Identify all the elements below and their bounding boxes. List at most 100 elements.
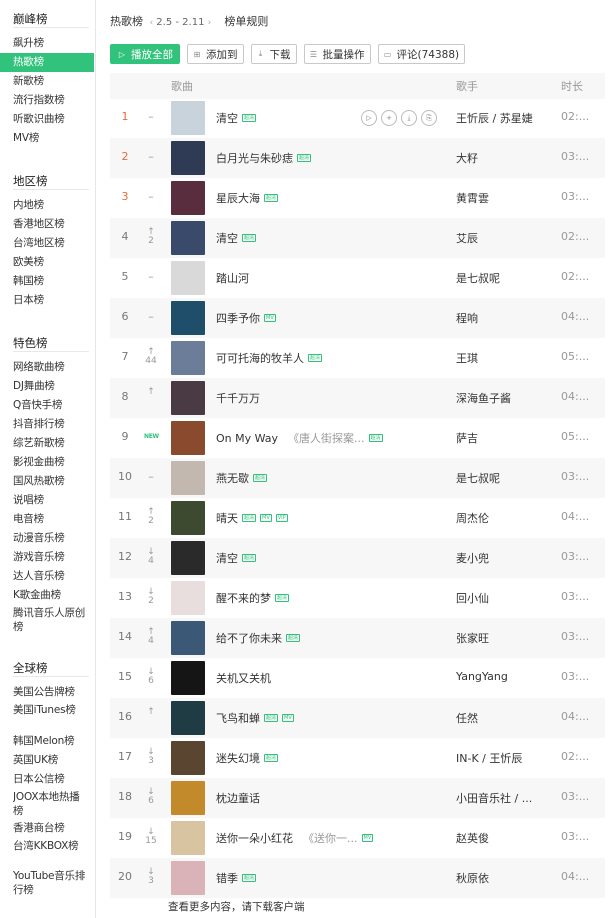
singer-name[interactable]: 程响 bbox=[456, 310, 478, 326]
sidebar-item[interactable]: 内地榜 bbox=[13, 196, 89, 215]
song-row[interactable]: 8 ↑ 千千万万 深海鱼子酱 04:... bbox=[110, 378, 605, 418]
batch-operation-button[interactable]: ☰ 批量操作 bbox=[303, 44, 371, 64]
song-title[interactable]: On My Way bbox=[216, 432, 278, 445]
sidebar-item[interactable]: 美国公告牌榜 bbox=[13, 683, 89, 702]
song-title[interactable]: 清空 bbox=[216, 230, 238, 246]
singer-name[interactable]: 小田音乐社 / ... bbox=[456, 790, 532, 806]
sidebar-item[interactable]: 游戏音乐榜 bbox=[13, 548, 89, 567]
song-row[interactable]: 18 ↓ 6 枕边童话 小田音乐社 / ... 03:... bbox=[110, 778, 605, 818]
song-title[interactable]: 四季予你 bbox=[216, 310, 260, 326]
play-icon[interactable]: ▷ bbox=[361, 110, 377, 126]
sidebar-item[interactable]: JOOX本地热播榜 bbox=[13, 789, 89, 819]
song-title[interactable]: 晴天 bbox=[216, 510, 238, 526]
sidebar-item[interactable]: DJ舞曲榜 bbox=[13, 377, 89, 396]
album-cover[interactable] bbox=[171, 141, 205, 175]
album-cover[interactable] bbox=[171, 581, 205, 615]
comments-button[interactable]: ▭ 评论(74388) bbox=[377, 44, 466, 64]
sidebar-item[interactable]: 腾讯音乐人原创榜 bbox=[13, 605, 89, 635]
singer-name[interactable]: YangYang bbox=[456, 670, 508, 683]
song-title-cell[interactable]: 清空 超清 bbox=[216, 110, 257, 126]
singer-name[interactable]: 萨吉 bbox=[456, 430, 478, 446]
album-cover[interactable] bbox=[171, 701, 205, 735]
song-title-cell[interactable]: 星辰大海 超清 bbox=[216, 190, 279, 206]
prev-week-arrow-icon[interactable]: ‹ bbox=[150, 18, 154, 28]
singer-name[interactable]: 艾辰 bbox=[456, 230, 478, 246]
sidebar-item[interactable]: 香港商台榜 bbox=[13, 819, 89, 838]
song-row[interactable]: 15 ↓ 6 关机又关机 YangYang 03:... bbox=[110, 658, 605, 698]
album-cover[interactable] bbox=[171, 421, 205, 455]
song-row[interactable]: 16 ↑ 飞鸟和蝉 超清 MV 任然 04:... bbox=[110, 698, 605, 738]
song-title-cell[interactable]: On My Way 《唐人街探案... 超清 bbox=[216, 430, 383, 446]
song-title-cell[interactable]: 清空 超清 bbox=[216, 550, 257, 566]
song-title-cell[interactable]: 醒不来的梦 超清 bbox=[216, 590, 290, 606]
sidebar-item[interactable]: 电音榜 bbox=[13, 510, 89, 529]
chart-rules-link[interactable]: 榜单规则 bbox=[224, 15, 268, 28]
album-cover[interactable] bbox=[171, 741, 205, 775]
song-title[interactable]: 清空 bbox=[216, 550, 238, 566]
song-album[interactable]: 《唐人街探案... bbox=[288, 430, 365, 446]
sidebar-item[interactable]: 达人音乐榜 bbox=[13, 567, 89, 586]
song-title[interactable]: 错季 bbox=[216, 870, 238, 886]
singer-name[interactable]: 任然 bbox=[456, 710, 478, 726]
song-row[interactable]: 12 ↓ 4 清空 超清 麦小兜 03:... bbox=[110, 538, 605, 578]
sidebar-item[interactable]: 日本榜 bbox=[13, 291, 89, 310]
album-cover[interactable] bbox=[171, 621, 205, 655]
sidebar-item[interactable]: 综艺新歌榜 bbox=[13, 434, 89, 453]
song-title[interactable]: 星辰大海 bbox=[216, 190, 260, 206]
sidebar-item[interactable]: 国风热歌榜 bbox=[13, 472, 89, 491]
song-title-cell[interactable]: 迷失幻境 超清 bbox=[216, 750, 279, 766]
song-row[interactable]: 4 ↑ 2 清空 超清 艾辰 02:... bbox=[110, 218, 605, 258]
song-row[interactable]: 7 ↑ 44 可可托海的牧羊人 超清 王琪 05:... bbox=[110, 338, 605, 378]
song-title[interactable]: 踏山河 bbox=[216, 270, 249, 286]
song-title-cell[interactable]: 四季予你 MV bbox=[216, 310, 276, 326]
download-button[interactable]: ⤓ 下载 bbox=[250, 44, 297, 64]
sidebar-item[interactable]: 欧美榜 bbox=[13, 253, 89, 272]
album-cover[interactable] bbox=[171, 541, 205, 575]
singer-name[interactable]: 周杰伦 bbox=[456, 510, 489, 526]
album-cover[interactable] bbox=[171, 781, 205, 815]
next-week-arrow-icon[interactable]: › bbox=[208, 18, 212, 28]
singer-name[interactable]: 王忻辰 / 苏星婕 bbox=[456, 110, 533, 126]
singer-name[interactable]: 麦小兜 bbox=[456, 550, 489, 566]
album-cover[interactable] bbox=[171, 501, 205, 535]
add-to-button[interactable]: ⊞ 添加到 bbox=[187, 44, 244, 64]
song-title-cell[interactable]: 晴天 超清 MV VIP bbox=[216, 510, 288, 526]
singer-name[interactable]: 黄霄雲 bbox=[456, 190, 489, 206]
singer-name[interactable]: 赵英俊 bbox=[456, 830, 489, 846]
singer-name[interactable]: 是七叔呢 bbox=[456, 470, 500, 486]
song-row[interactable]: 19 ↓ 15 送你一朵小红花 《送你一... MV 赵英俊 03:... bbox=[110, 818, 605, 858]
song-row[interactable]: 9 NEW On My Way 《唐人街探案... 超清 萨吉 05:... bbox=[110, 418, 605, 458]
song-title[interactable]: 枕边童话 bbox=[216, 790, 260, 806]
song-album[interactable]: 《送你一... bbox=[303, 830, 358, 846]
song-title-cell[interactable]: 燕无歇 超清 bbox=[216, 470, 268, 486]
song-title[interactable]: 迷失幻境 bbox=[216, 750, 260, 766]
song-title-cell[interactable]: 关机又关机 bbox=[216, 670, 271, 686]
sidebar-item[interactable]: 新歌榜 bbox=[13, 72, 89, 91]
song-row[interactable]: 1 – 清空 超清 ▷ + ⤓ ⎘ 王忻辰 / 苏星婕 02:... bbox=[110, 98, 605, 138]
song-row[interactable]: 20 ↓ 3 错季 超清 秋原依 04:... bbox=[110, 858, 605, 898]
song-row[interactable]: 3 – 星辰大海 超清 黄霄雲 03:... bbox=[110, 178, 605, 218]
song-title-cell[interactable]: 枕边童话 bbox=[216, 790, 260, 806]
singer-name[interactable]: 深海鱼子酱 bbox=[456, 390, 511, 406]
add-icon[interactable]: + bbox=[381, 110, 397, 126]
sidebar-item[interactable]: Q音快手榜 bbox=[13, 396, 89, 415]
song-title-cell[interactable]: 飞鸟和蝉 超清 MV bbox=[216, 710, 294, 726]
sidebar-item[interactable]: 抖音排行榜 bbox=[13, 415, 89, 434]
singer-name[interactable]: 是七叔呢 bbox=[456, 270, 500, 286]
song-title[interactable]: 送你一朵小红花 bbox=[216, 830, 293, 846]
album-cover[interactable] bbox=[171, 381, 205, 415]
sidebar-item[interactable]: 韩国榜 bbox=[13, 272, 89, 291]
song-title-cell[interactable]: 给不了你未来 超清 bbox=[216, 630, 301, 646]
song-title-cell[interactable]: 白月光与朱砂痣 超清 bbox=[216, 150, 312, 166]
song-row[interactable]: 2 – 白月光与朱砂痣 超清 大籽 03:... bbox=[110, 138, 605, 178]
song-title-cell[interactable]: 可可托海的牧羊人 超清 bbox=[216, 350, 323, 366]
album-cover[interactable] bbox=[171, 261, 205, 295]
singer-name[interactable]: IN-K / 王忻辰 bbox=[456, 750, 522, 766]
singer-name[interactable]: 回小仙 bbox=[456, 590, 489, 606]
play-all-button[interactable]: ▷ 播放全部 bbox=[110, 44, 180, 64]
singer-name[interactable]: 秋原依 bbox=[456, 870, 489, 886]
sidebar-item[interactable]: 美国iTunes榜 bbox=[13, 702, 89, 732]
sidebar-item[interactable]: 日本公信榜 bbox=[13, 770, 89, 789]
song-title[interactable]: 醒不来的梦 bbox=[216, 590, 271, 606]
sidebar-item[interactable]: MV榜 bbox=[13, 129, 89, 148]
